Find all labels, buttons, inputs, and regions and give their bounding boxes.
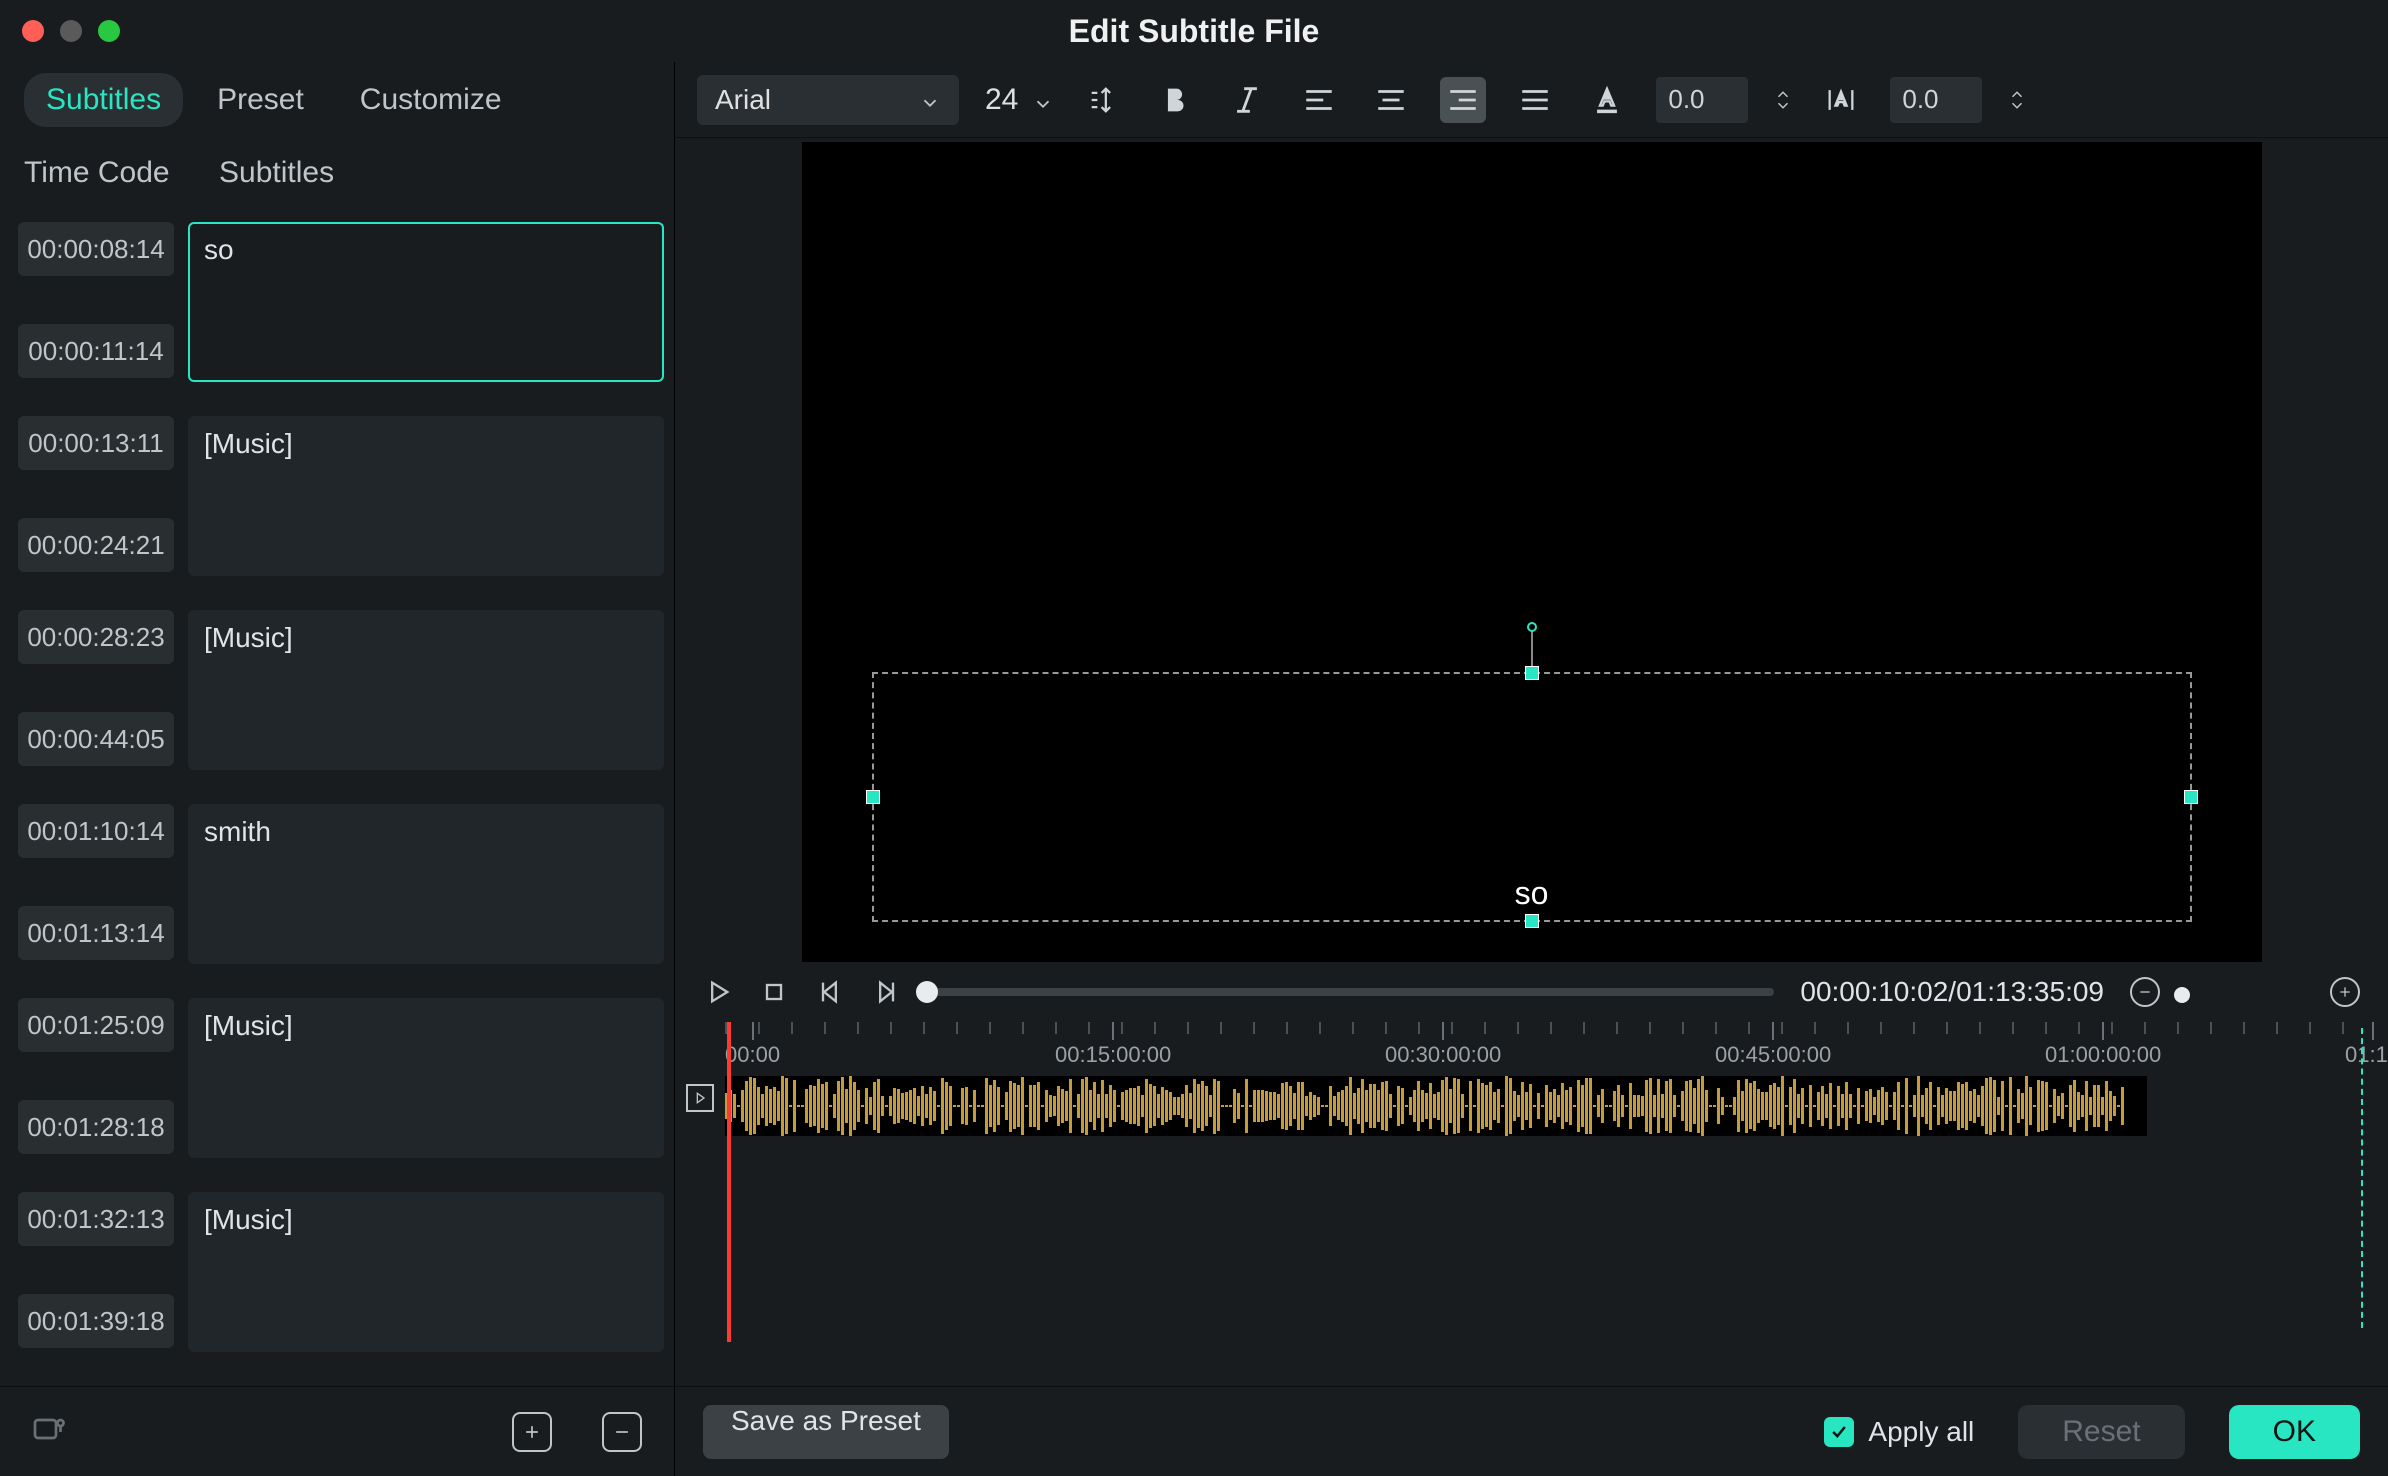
preview-area: so 00:00:10:02/01:13:35:09 bbox=[675, 138, 2388, 1386]
playback-head[interactable] bbox=[916, 981, 938, 1003]
char-spacing-spinner[interactable] bbox=[1774, 90, 1792, 110]
text-color-button[interactable] bbox=[1584, 77, 1630, 123]
window-close-button[interactable] bbox=[22, 20, 44, 42]
playback-time: 00:00:10:02/01:13:35:09 bbox=[1800, 976, 2104, 1008]
align-justify-button[interactable] bbox=[1512, 77, 1558, 123]
reset-button[interactable]: Reset bbox=[2018, 1405, 2184, 1459]
subtitle-out-time[interactable]: 00:00:11:14 bbox=[18, 324, 174, 378]
subtitle-text[interactable]: [Music] bbox=[188, 998, 664, 1158]
playback-scrubber[interactable] bbox=[927, 988, 1774, 996]
timeline-playhead[interactable] bbox=[727, 1022, 731, 1342]
zoom-out-button[interactable] bbox=[2130, 977, 2160, 1007]
subtitle-row[interactable]: 00:01:10:14 00:01:13:14 smith bbox=[18, 804, 664, 964]
align-left-button[interactable] bbox=[1296, 77, 1342, 123]
italic-button[interactable] bbox=[1224, 77, 1270, 123]
column-subtitles: Subtitles bbox=[219, 156, 334, 190]
formatting-toolbar: Arial 24 bbox=[675, 62, 2388, 138]
checkbox-icon bbox=[1824, 1417, 1854, 1447]
subtitle-bbox[interactable]: so bbox=[872, 672, 2192, 922]
window-title: Edit Subtitle File bbox=[1069, 13, 1320, 50]
subtitle-text[interactable]: so bbox=[188, 222, 664, 382]
font-name: Arial bbox=[715, 84, 771, 116]
font-size[interactable]: 24 bbox=[985, 83, 1018, 117]
remove-subtitle-button[interactable] bbox=[602, 1412, 642, 1452]
next-frame-button[interactable] bbox=[871, 977, 901, 1007]
subtitle-list[interactable]: 00:00:08:14 00:00:11:14 so 00:00:13:11 0… bbox=[0, 208, 674, 1386]
subtitle-text[interactable]: smith bbox=[188, 804, 664, 964]
subtitle-out-time[interactable]: 00:01:13:14 bbox=[18, 906, 174, 960]
window-minimize-button[interactable] bbox=[60, 20, 82, 42]
subtitle-in-time[interactable]: 00:01:25:09 bbox=[18, 998, 174, 1052]
bold-button[interactable] bbox=[1152, 77, 1198, 123]
subtitle-out-time[interactable]: 00:00:44:05 bbox=[18, 712, 174, 766]
window-zoom-button[interactable] bbox=[98, 20, 120, 42]
letter-width-icon bbox=[1818, 77, 1864, 123]
subtitle-row[interactable]: 00:00:13:11 00:00:24:21 [Music] bbox=[18, 416, 664, 576]
resize-handle-top[interactable] bbox=[1525, 666, 1539, 680]
save-preset-button[interactable]: Save as Preset bbox=[703, 1405, 949, 1459]
zoom-slider[interactable] bbox=[2174, 987, 2190, 1003]
ok-button[interactable]: OK bbox=[2229, 1405, 2360, 1459]
titlebar: Edit Subtitle File bbox=[0, 0, 2388, 62]
tab-preset[interactable]: Preset bbox=[195, 73, 326, 127]
subtitle-text[interactable]: [Music] bbox=[188, 610, 664, 770]
subtitle-in-time[interactable]: 00:01:32:13 bbox=[18, 1192, 174, 1246]
sidebar: Subtitles Preset Customize Time Code Sub… bbox=[0, 62, 675, 1476]
apply-all-label: Apply all bbox=[1868, 1416, 1974, 1448]
line-spacing-input[interactable]: 0.0 bbox=[1890, 77, 1982, 123]
line-height-button[interactable] bbox=[1080, 77, 1126, 123]
play-button[interactable] bbox=[703, 977, 733, 1007]
subtitle-out-time[interactable]: 00:01:28:18 bbox=[18, 1100, 174, 1154]
zoom-in-button[interactable] bbox=[2330, 977, 2360, 1007]
subtitle-row[interactable]: 00:01:32:13 00:01:39:18 [Music] bbox=[18, 1192, 664, 1352]
resize-handle-bottom[interactable] bbox=[1525, 914, 1539, 928]
subtitle-row[interactable]: 00:00:08:14 00:00:11:14 so bbox=[18, 222, 664, 382]
tab-subtitles[interactable]: Subtitles bbox=[24, 73, 183, 127]
rotate-handle[interactable] bbox=[1527, 622, 1537, 632]
subtitle-row[interactable]: 00:00:28:23 00:00:44:05 [Music] bbox=[18, 610, 664, 770]
subtitle-overlay-text: so bbox=[1515, 875, 1549, 912]
video-preview[interactable]: so bbox=[802, 142, 2262, 962]
align-center-button[interactable] bbox=[1368, 77, 1414, 123]
line-spacing-spinner[interactable] bbox=[2008, 90, 2026, 110]
subtitle-in-time[interactable]: 00:00:13:11 bbox=[18, 416, 174, 470]
auto-subtitle-button[interactable] bbox=[32, 1411, 68, 1452]
chevron-down-icon bbox=[919, 89, 941, 111]
column-timecode: Time Code bbox=[24, 156, 219, 190]
subtitle-out-time[interactable]: 00:01:39:18 bbox=[18, 1294, 174, 1348]
subtitle-text[interactable]: [Music] bbox=[188, 416, 664, 576]
timeline[interactable]: 00:00 00:15:00:00 00:30:00:00 00:45:00:0… bbox=[675, 1022, 2388, 1342]
prev-frame-button[interactable] bbox=[815, 977, 845, 1007]
align-right-button[interactable] bbox=[1440, 77, 1486, 123]
subtitle-text[interactable]: [Music] bbox=[188, 1192, 664, 1352]
track-expand-button[interactable] bbox=[686, 1084, 714, 1112]
audio-waveform[interactable] bbox=[725, 1076, 2147, 1136]
apply-all-checkbox[interactable]: Apply all bbox=[1824, 1416, 1974, 1448]
subtitle-row[interactable]: 00:01:25:09 00:01:28:18 [Music] bbox=[18, 998, 664, 1158]
subtitle-in-time[interactable]: 00:00:08:14 bbox=[18, 222, 174, 276]
char-spacing-input[interactable]: 0.0 bbox=[1656, 77, 1748, 123]
add-subtitle-button[interactable] bbox=[512, 1412, 552, 1452]
timeline-ruler[interactable]: 00:00 00:15:00:00 00:30:00:00 00:45:00:0… bbox=[725, 1022, 2388, 1068]
stop-button[interactable] bbox=[759, 977, 789, 1007]
resize-handle-right[interactable] bbox=[2184, 790, 2198, 804]
tab-customize[interactable]: Customize bbox=[338, 73, 524, 127]
timeline-end-marker bbox=[2361, 1028, 2363, 1328]
font-dropdown[interactable]: Arial bbox=[697, 75, 959, 125]
chevron-down-icon[interactable] bbox=[1032, 89, 1054, 111]
subtitle-in-time[interactable]: 00:00:28:23 bbox=[18, 610, 174, 664]
subtitle-out-time[interactable]: 00:00:24:21 bbox=[18, 518, 174, 572]
resize-handle-left[interactable] bbox=[866, 790, 880, 804]
subtitle-in-time[interactable]: 00:01:10:14 bbox=[18, 804, 174, 858]
